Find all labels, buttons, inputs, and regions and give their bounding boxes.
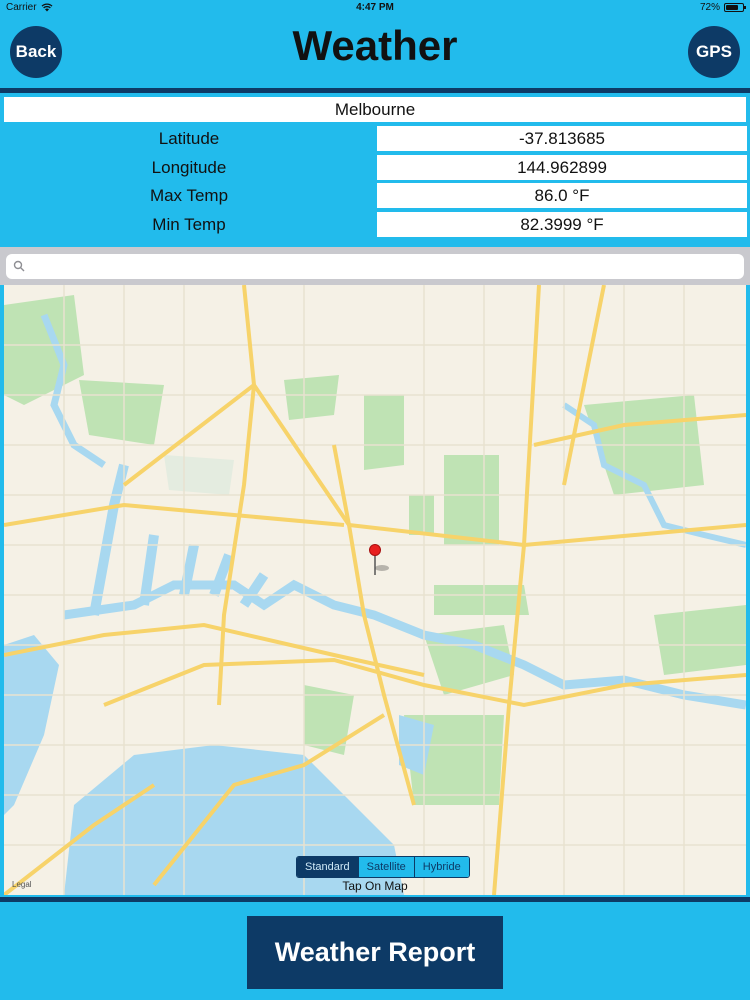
map-park [4,295,84,405]
location-pin [369,544,389,575]
info-row-min-temp: Min Temp 82.3999 °F [4,212,747,237]
page-title: Weather [292,22,458,69]
map-type-satellite[interactable]: Satellite [357,857,414,877]
info-row-max-temp: Max Temp 86.0 °F [4,183,747,208]
search-icon [13,260,25,272]
map-park [409,495,434,535]
tap-on-map-hint: Tap On Map [342,879,408,893]
battery-icon [724,3,746,12]
map-type-hybrid[interactable]: Hybride [413,857,469,877]
search-input[interactable] [6,254,744,279]
min-temp-value: 82.3999 °F [377,212,747,237]
map-canvas[interactable] [4,285,746,895]
info-row-latitude: Latitude -37.813685 [4,126,747,151]
min-temp-label: Min Temp [152,215,226,234]
footer-divider [0,897,750,902]
map-water [4,635,59,815]
search-bar [0,247,750,285]
max-temp-label: Max Temp [149,186,229,205]
battery-info: 72% [699,2,746,13]
map-park [79,380,164,445]
gps-button[interactable]: GPS [688,26,740,78]
weather-report-button[interactable]: Weather Report [247,916,503,989]
map-type-standard[interactable]: Standard [297,857,358,877]
max-temp-value: 86.0 °F [377,183,747,208]
header-divider [0,88,750,93]
status-time: 4:47 PM [356,2,394,13]
latitude-value: -37.813685 [377,126,747,151]
map-park [654,605,746,675]
longitude-label: Longitude [151,158,227,177]
longitude-value: 144.962899 [377,155,747,180]
city-name: Melbourne [4,97,746,122]
map-park [164,455,234,495]
info-row-longitude: Longitude 144.962899 [4,155,747,180]
map-park [434,585,529,615]
map-park [444,455,499,545]
battery-percent: 72% [699,2,720,13]
latitude-label: Latitude [158,129,220,148]
map-type-control: Standard Satellite Hybride [296,856,470,878]
status-bar: Carrier 4:47 PM 72% [0,0,750,16]
map-view[interactable]: Legal Standard Satellite Hybride Tap On … [4,285,746,895]
map-park [364,395,404,470]
header: Back Weather GPS [0,16,750,88]
map-park [284,375,339,420]
